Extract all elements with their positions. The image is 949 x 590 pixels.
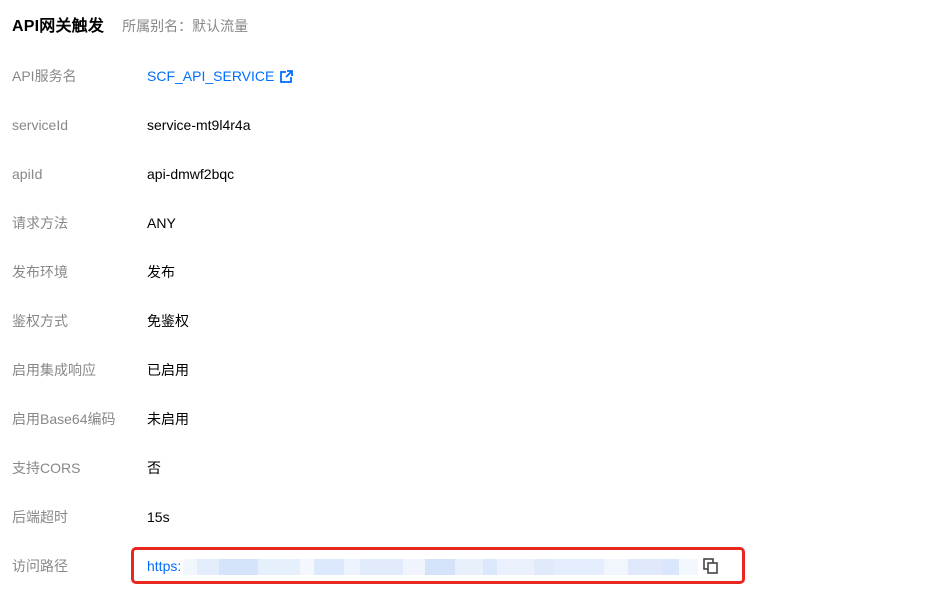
detail-row-backend-timeout: 后端超时 15s <box>0 505 949 529</box>
detail-value: 免鉴权 <box>147 313 189 329</box>
detail-label: 后端超时 <box>12 509 68 525</box>
detail-label: 发布环境 <box>12 264 68 280</box>
detail-value: SCF_API_SERVICE <box>147 68 294 84</box>
detail-label: 请求方法 <box>12 215 68 231</box>
detail-label: 访问路径 <box>12 558 68 574</box>
detail-value: 否 <box>147 460 161 476</box>
detail-label: 启用Base64编码 <box>12 411 116 427</box>
detail-value: 15s <box>147 509 170 525</box>
trigger-title: API网关触发 <box>12 18 105 35</box>
detail-label: 启用集成响应 <box>12 362 96 378</box>
detail-row-api-id: apiId api-dmwf2bqc <box>0 162 949 186</box>
detail-label: API服务名 <box>12 68 77 84</box>
detail-row-service-id: serviceId service-mt9l4r4a <box>0 113 949 137</box>
api-service-link[interactable]: SCF_API_SERVICE <box>147 68 274 84</box>
detail-value: 未启用 <box>147 411 189 427</box>
detail-value: service-mt9l4r4a <box>147 117 251 133</box>
detail-row-auth-type: 鉴权方式 免鉴权 <box>0 309 949 333</box>
alias-subtitle: 所属别名：默认流量 <box>122 18 249 34</box>
detail-label: 鉴权方式 <box>12 313 68 329</box>
detail-row-api-service: API服务名 SCF_API_SERVICE <box>0 64 949 88</box>
external-link-icon[interactable] <box>280 69 294 83</box>
detail-label: apiId <box>12 166 43 182</box>
detail-value: 发布 <box>147 264 175 280</box>
detail-row-environment: 发布环境 发布 <box>0 260 949 284</box>
detail-row-integrated-response: 启用集成响应 已启用 <box>0 358 949 382</box>
detail-value: api-dmwf2bqc <box>147 166 235 182</box>
detail-label: 支持CORS <box>12 460 81 476</box>
detail-row-request-method: 请求方法 ANY <box>0 211 949 235</box>
trigger-header: API网关触发 所属别名：默认流量 <box>12 12 249 35</box>
access-path-highlight <box>131 547 745 584</box>
detail-label: serviceId <box>12 117 69 133</box>
detail-value: 已启用 <box>147 362 189 378</box>
detail-row-cors: 支持CORS 否 <box>0 456 949 480</box>
detail-value: ANY <box>147 215 176 231</box>
detail-row-base64: 启用Base64编码 未启用 <box>0 407 949 431</box>
